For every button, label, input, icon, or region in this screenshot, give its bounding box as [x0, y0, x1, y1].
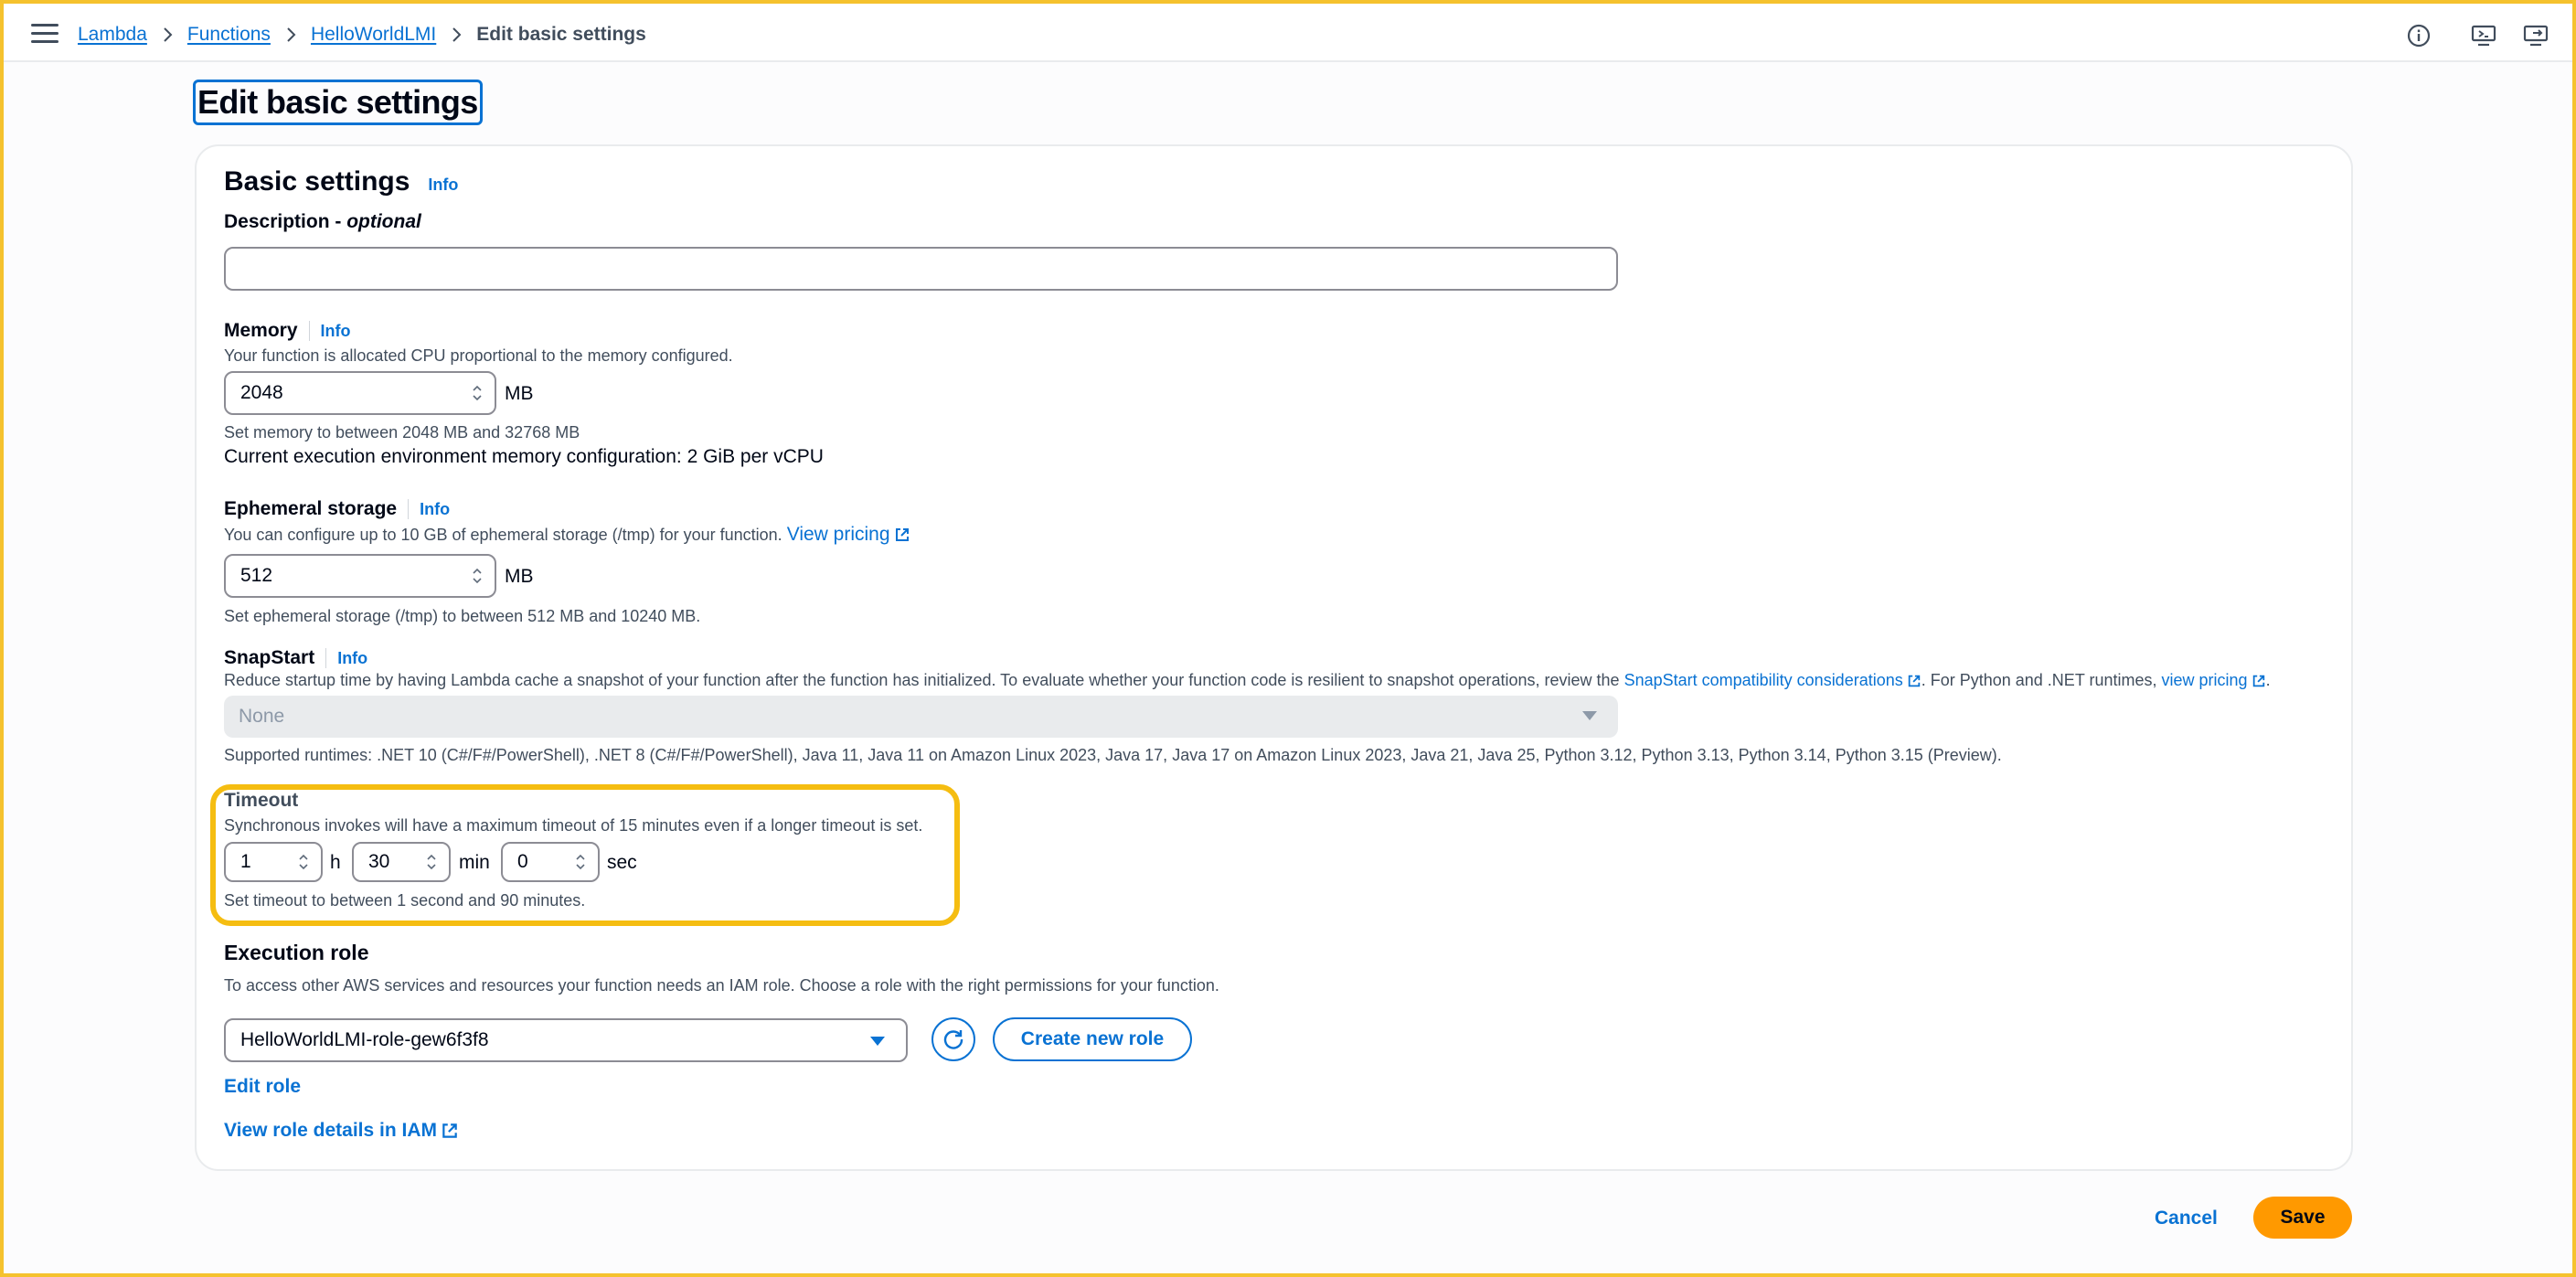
description-label: Description - optional [224, 211, 421, 233]
top-navigation: Lambda Functions HelloWorldLMI Edit basi… [4, 4, 2572, 62]
ephemeral-description: You can configure up to 10 GB of ephemer… [224, 524, 910, 546]
breadcrumb-current: Edit basic settings [476, 24, 646, 45]
description-optional-text: optional [346, 211, 421, 232]
snapstart-compat-link[interactable]: SnapStart compatibility considerations [1624, 671, 1921, 689]
chevron-right-icon [451, 27, 462, 43]
external-link-icon [442, 1123, 457, 1139]
save-button[interactable]: Save [2253, 1197, 2352, 1239]
external-link-icon [2252, 676, 2264, 687]
stepper-icon[interactable] [423, 850, 440, 874]
memory-description: Your function is allocated CPU proportio… [224, 346, 733, 365]
execution-role-description: To access other AWS services and resourc… [224, 976, 1219, 995]
description-label-text: Description [224, 211, 330, 232]
ephemeral-input[interactable]: 512 [224, 554, 496, 598]
execution-role-selected-value: HelloWorldLMI-role-gew6f3f8 [240, 1029, 489, 1050]
ephemeral-description-text: You can configure up to 10 GB of ephemer… [224, 526, 782, 544]
create-new-role-button[interactable]: Create new role [993, 1017, 1192, 1061]
execution-role-label: Execution role [224, 941, 369, 964]
timeout-hours-unit: h [330, 852, 341, 873]
breadcrumb-function-name[interactable]: HelloWorldLMI [311, 24, 436, 46]
ephemeral-hint: Set ephemeral storage (/tmp) to between … [224, 607, 701, 625]
memory-value: 2048 [240, 382, 283, 403]
view-role-details-link[interactable]: View role details in IAM [224, 1120, 459, 1142]
feedback-screen-icon[interactable] [2470, 22, 2497, 49]
chevron-right-icon [285, 27, 296, 43]
stepper-icon[interactable] [295, 850, 312, 874]
ephemeral-info-link[interactable]: Info [420, 500, 450, 519]
memory-config-text: Current execution environment memory con… [224, 446, 824, 467]
chevron-right-icon [162, 27, 173, 43]
basic-settings-info-link[interactable]: Info [428, 176, 458, 195]
memory-unit: MB [505, 383, 534, 404]
timeout-minutes-value: 30 [368, 851, 390, 872]
breadcrumb-functions[interactable]: Functions [187, 24, 271, 46]
info-circle-icon[interactable] [2405, 22, 2432, 49]
timeout-seconds-value: 0 [517, 851, 528, 872]
description-label-suffix: - [329, 211, 347, 232]
panel-title: Basic settings [224, 166, 410, 197]
ephemeral-label: Ephemeral storage Info [224, 498, 450, 520]
timeout-label: Timeout [224, 790, 299, 811]
timeout-hint: Set timeout to between 1 second and 90 m… [224, 891, 586, 910]
caret-down-icon [1582, 711, 1597, 720]
main-content: Edit basic settings Basic settings Info … [0, 62, 2576, 1277]
snapstart-select: None [224, 696, 1618, 738]
timeout-minutes-input[interactable]: 30 [352, 842, 451, 882]
breadcrumb-lambda[interactable]: Lambda [78, 24, 147, 46]
snapstart-supported-runtimes: Supported runtimes: .NET 10 (C#/F#/Power… [224, 746, 2002, 764]
snapstart-description: Reduce startup time by having Lambda cac… [224, 671, 2271, 690]
ephemeral-unit: MB [505, 566, 534, 587]
snapstart-pricing-text: view pricing [2161, 671, 2248, 689]
memory-info-link[interactable]: Info [321, 322, 351, 341]
stepper-icon[interactable] [572, 850, 589, 874]
basic-settings-panel: Basic settings Info Description - option… [195, 144, 2353, 1171]
memory-label-text: Memory [224, 320, 298, 341]
memory-label: Memory Info [224, 320, 351, 342]
timeout-seconds-input[interactable]: 0 [501, 842, 600, 882]
snapstart-description-text-3: . [2265, 671, 2271, 689]
memory-input[interactable]: 2048 [224, 371, 496, 415]
timeout-hours-input[interactable]: 1 [224, 842, 323, 882]
execution-role-select[interactable]: HelloWorldLMI-role-gew6f3f8 [224, 1018, 908, 1062]
stepper-icon[interactable] [469, 381, 485, 405]
ephemeral-label-text: Ephemeral storage [224, 498, 398, 519]
breadcrumb: Lambda Functions HelloWorldLMI Edit basi… [78, 24, 646, 46]
ephemeral-view-pricing-link[interactable]: View pricing [787, 524, 910, 545]
snapstart-pricing-link[interactable]: view pricing [2162, 671, 2266, 689]
cancel-button[interactable]: Cancel [2155, 1208, 2218, 1229]
panel-header: Basic settings Info [224, 166, 458, 197]
ephemeral-value: 512 [240, 565, 273, 586]
snapstart-label-text: SnapStart [224, 647, 315, 668]
display-screen-icon[interactable] [2522, 22, 2549, 49]
snapstart-description-text-2: . For Python and .NET runtimes, [1921, 671, 2162, 689]
view-role-details-text: View role details in IAM [224, 1120, 438, 1141]
timeout-seconds-unit: sec [607, 852, 637, 873]
caret-down-icon [870, 1037, 885, 1046]
page-title: Edit basic settings [193, 80, 483, 125]
snapstart-info-link[interactable]: Info [337, 649, 367, 668]
external-link-icon [1908, 676, 1920, 687]
snapstart-compat-text: SnapStart compatibility considerations [1623, 671, 1903, 689]
memory-hint: Set memory to between 2048 MB and 32768 … [224, 423, 580, 442]
snapstart-label: SnapStart Info [224, 647, 367, 669]
refresh-icon [943, 1030, 963, 1049]
ephemeral-view-pricing-text: View pricing [786, 524, 890, 545]
snapstart-selected-value: None [239, 706, 285, 727]
timeout-minutes-unit: min [459, 852, 490, 873]
timeout-description: Synchronous invokes will have a maximum … [224, 816, 923, 835]
description-input[interactable] [224, 247, 1618, 291]
refresh-roles-button[interactable] [931, 1017, 975, 1061]
stepper-icon[interactable] [469, 564, 485, 588]
timeout-hours-value: 1 [240, 851, 251, 872]
external-link-icon [895, 528, 909, 542]
snapstart-description-text: Reduce startup time by having Lambda cac… [224, 671, 1624, 689]
edit-role-link[interactable]: Edit role [224, 1076, 301, 1098]
menu-icon[interactable] [31, 24, 59, 44]
